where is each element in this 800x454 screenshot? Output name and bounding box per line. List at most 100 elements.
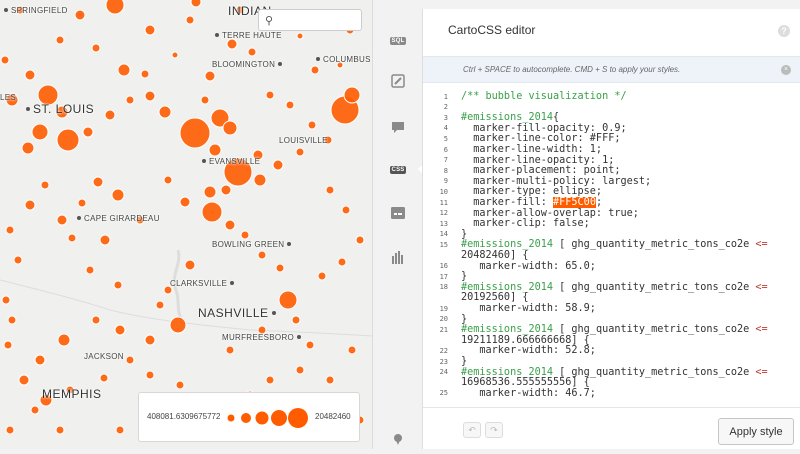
emission-bubble[interactable] <box>201 201 223 223</box>
emission-bubble[interactable] <box>115 425 125 435</box>
emission-bubble[interactable] <box>57 333 71 347</box>
emission-bubble[interactable] <box>325 185 335 195</box>
emission-bubble[interactable] <box>82 126 94 138</box>
emission-bubble[interactable] <box>291 315 301 325</box>
emission-bubble[interactable] <box>179 117 211 149</box>
emission-bubble[interactable] <box>307 120 317 130</box>
emission-bubble[interactable] <box>67 233 77 243</box>
emission-bubble[interactable] <box>184 259 196 271</box>
emission-bubble[interactable] <box>337 257 347 267</box>
emission-bubble[interactable] <box>99 234 111 246</box>
emission-bubble[interactable] <box>240 230 250 240</box>
emission-bubble[interactable] <box>145 370 155 380</box>
undo-button[interactable]: ↶ <box>463 422 481 438</box>
sql-tab[interactable]: SQL <box>373 26 423 56</box>
emission-bubble[interactable] <box>140 69 150 79</box>
emission-bubble[interactable] <box>3 340 13 350</box>
emission-bubble[interactable] <box>13 255 23 265</box>
legend-tab[interactable] <box>373 198 423 228</box>
filters-tab[interactable] <box>373 242 423 272</box>
map-search-input[interactable] <box>277 12 359 28</box>
emission-bubble[interactable] <box>317 271 327 281</box>
emission-bubble[interactable] <box>24 199 36 211</box>
emission-bubble[interactable] <box>224 219 236 231</box>
emission-bubble[interactable] <box>296 32 304 40</box>
emission-bubble[interactable] <box>220 184 232 196</box>
css-tab[interactable]: CSS <box>373 155 423 185</box>
emission-bubble[interactable] <box>144 90 156 102</box>
emission-bubble[interactable] <box>92 176 104 188</box>
emission-bubble[interactable] <box>21 141 35 155</box>
emission-bubble[interactable] <box>31 123 49 141</box>
close-icon[interactable]: × <box>781 65 791 75</box>
emission-bubble[interactable] <box>208 143 222 157</box>
emission-bubble[interactable] <box>74 9 86 21</box>
emission-bubble[interactable] <box>111 188 125 202</box>
emission-bubble[interactable] <box>275 263 285 273</box>
emission-bubble[interactable] <box>265 375 275 385</box>
emission-bubble[interactable] <box>40 180 50 190</box>
emission-bubble[interactable] <box>1 295 11 305</box>
emission-bubble[interactable] <box>24 69 36 81</box>
emission-bubble[interactable] <box>114 324 126 336</box>
emission-bubble[interactable] <box>257 250 267 260</box>
emission-bubble[interactable] <box>85 265 95 275</box>
emission-bubble[interactable] <box>253 173 267 187</box>
emission-bubble[interactable] <box>113 280 123 290</box>
emission-bubble[interactable] <box>247 47 257 57</box>
emission-bubble[interactable] <box>34 354 46 366</box>
emission-bubble[interactable] <box>169 316 187 334</box>
emission-bubble[interactable] <box>144 334 156 346</box>
emission-bubble[interactable] <box>5 425 15 435</box>
emission-bubble[interactable] <box>310 65 320 75</box>
emission-bubble[interactable] <box>117 63 131 77</box>
emission-bubble[interactable] <box>190 0 202 8</box>
emission-bubble[interactable] <box>158 105 172 119</box>
emission-bubble[interactable] <box>91 315 101 325</box>
apply-style-button[interactable]: Apply style <box>718 418 794 445</box>
emission-bubble[interactable] <box>91 43 101 53</box>
emission-bubble[interactable] <box>347 345 357 355</box>
emission-bubble[interactable] <box>226 38 238 50</box>
emission-bubble[interactable] <box>55 35 65 45</box>
emission-bubble[interactable] <box>163 175 173 185</box>
emission-bubble[interactable] <box>272 159 284 171</box>
emission-bubble[interactable] <box>278 290 298 310</box>
emission-bubble[interactable] <box>305 340 315 350</box>
emission-bubble[interactable] <box>204 70 216 82</box>
emission-bubble[interactable] <box>99 373 109 383</box>
emission-bubble[interactable] <box>155 300 165 310</box>
emission-bubble[interactable] <box>125 355 135 365</box>
emission-bubble[interactable] <box>104 109 116 121</box>
emission-bubble[interactable] <box>285 100 295 110</box>
redo-button[interactable]: ↷ <box>485 422 503 438</box>
emission-bubble[interactable] <box>203 185 217 199</box>
infowindow-tab[interactable] <box>373 112 423 142</box>
emission-bubble[interactable] <box>343 86 361 104</box>
emission-bubble[interactable] <box>295 147 305 157</box>
emission-bubble[interactable] <box>55 425 65 435</box>
emission-bubble[interactable] <box>200 95 210 105</box>
emission-bubble[interactable] <box>56 214 68 226</box>
emission-bubble[interactable] <box>341 205 351 215</box>
pin-tab[interactable] <box>373 424 423 454</box>
emission-bubble[interactable] <box>144 24 156 36</box>
emission-bubble[interactable] <box>295 365 305 375</box>
code-editor[interactable]: 1 /** bubble visualization */ 2 3 #emissions… <box>423 89 800 399</box>
emission-bubble[interactable] <box>185 15 195 25</box>
map-search-box[interactable]: ⚲ <box>258 9 362 31</box>
emission-bubble[interactable] <box>105 0 125 15</box>
help-icon[interactable]: ? <box>778 25 790 37</box>
emission-bubble[interactable] <box>77 198 87 208</box>
map-view[interactable]: SPRINGFIELD INDIAN TERRE HAUTE BLOOMINGT… <box>0 0 372 449</box>
emission-bubble[interactable] <box>325 375 335 385</box>
wizard-tab[interactable] <box>373 66 423 96</box>
emission-bubble[interactable] <box>30 405 40 415</box>
emission-bubble[interactable] <box>175 380 185 390</box>
emission-bubble[interactable] <box>171 51 179 59</box>
emission-bubble[interactable] <box>7 315 17 325</box>
emission-bubble[interactable] <box>355 235 365 245</box>
emission-bubble[interactable] <box>0 55 10 65</box>
emission-bubble[interactable] <box>265 90 275 100</box>
emission-bubble[interactable] <box>56 128 80 152</box>
